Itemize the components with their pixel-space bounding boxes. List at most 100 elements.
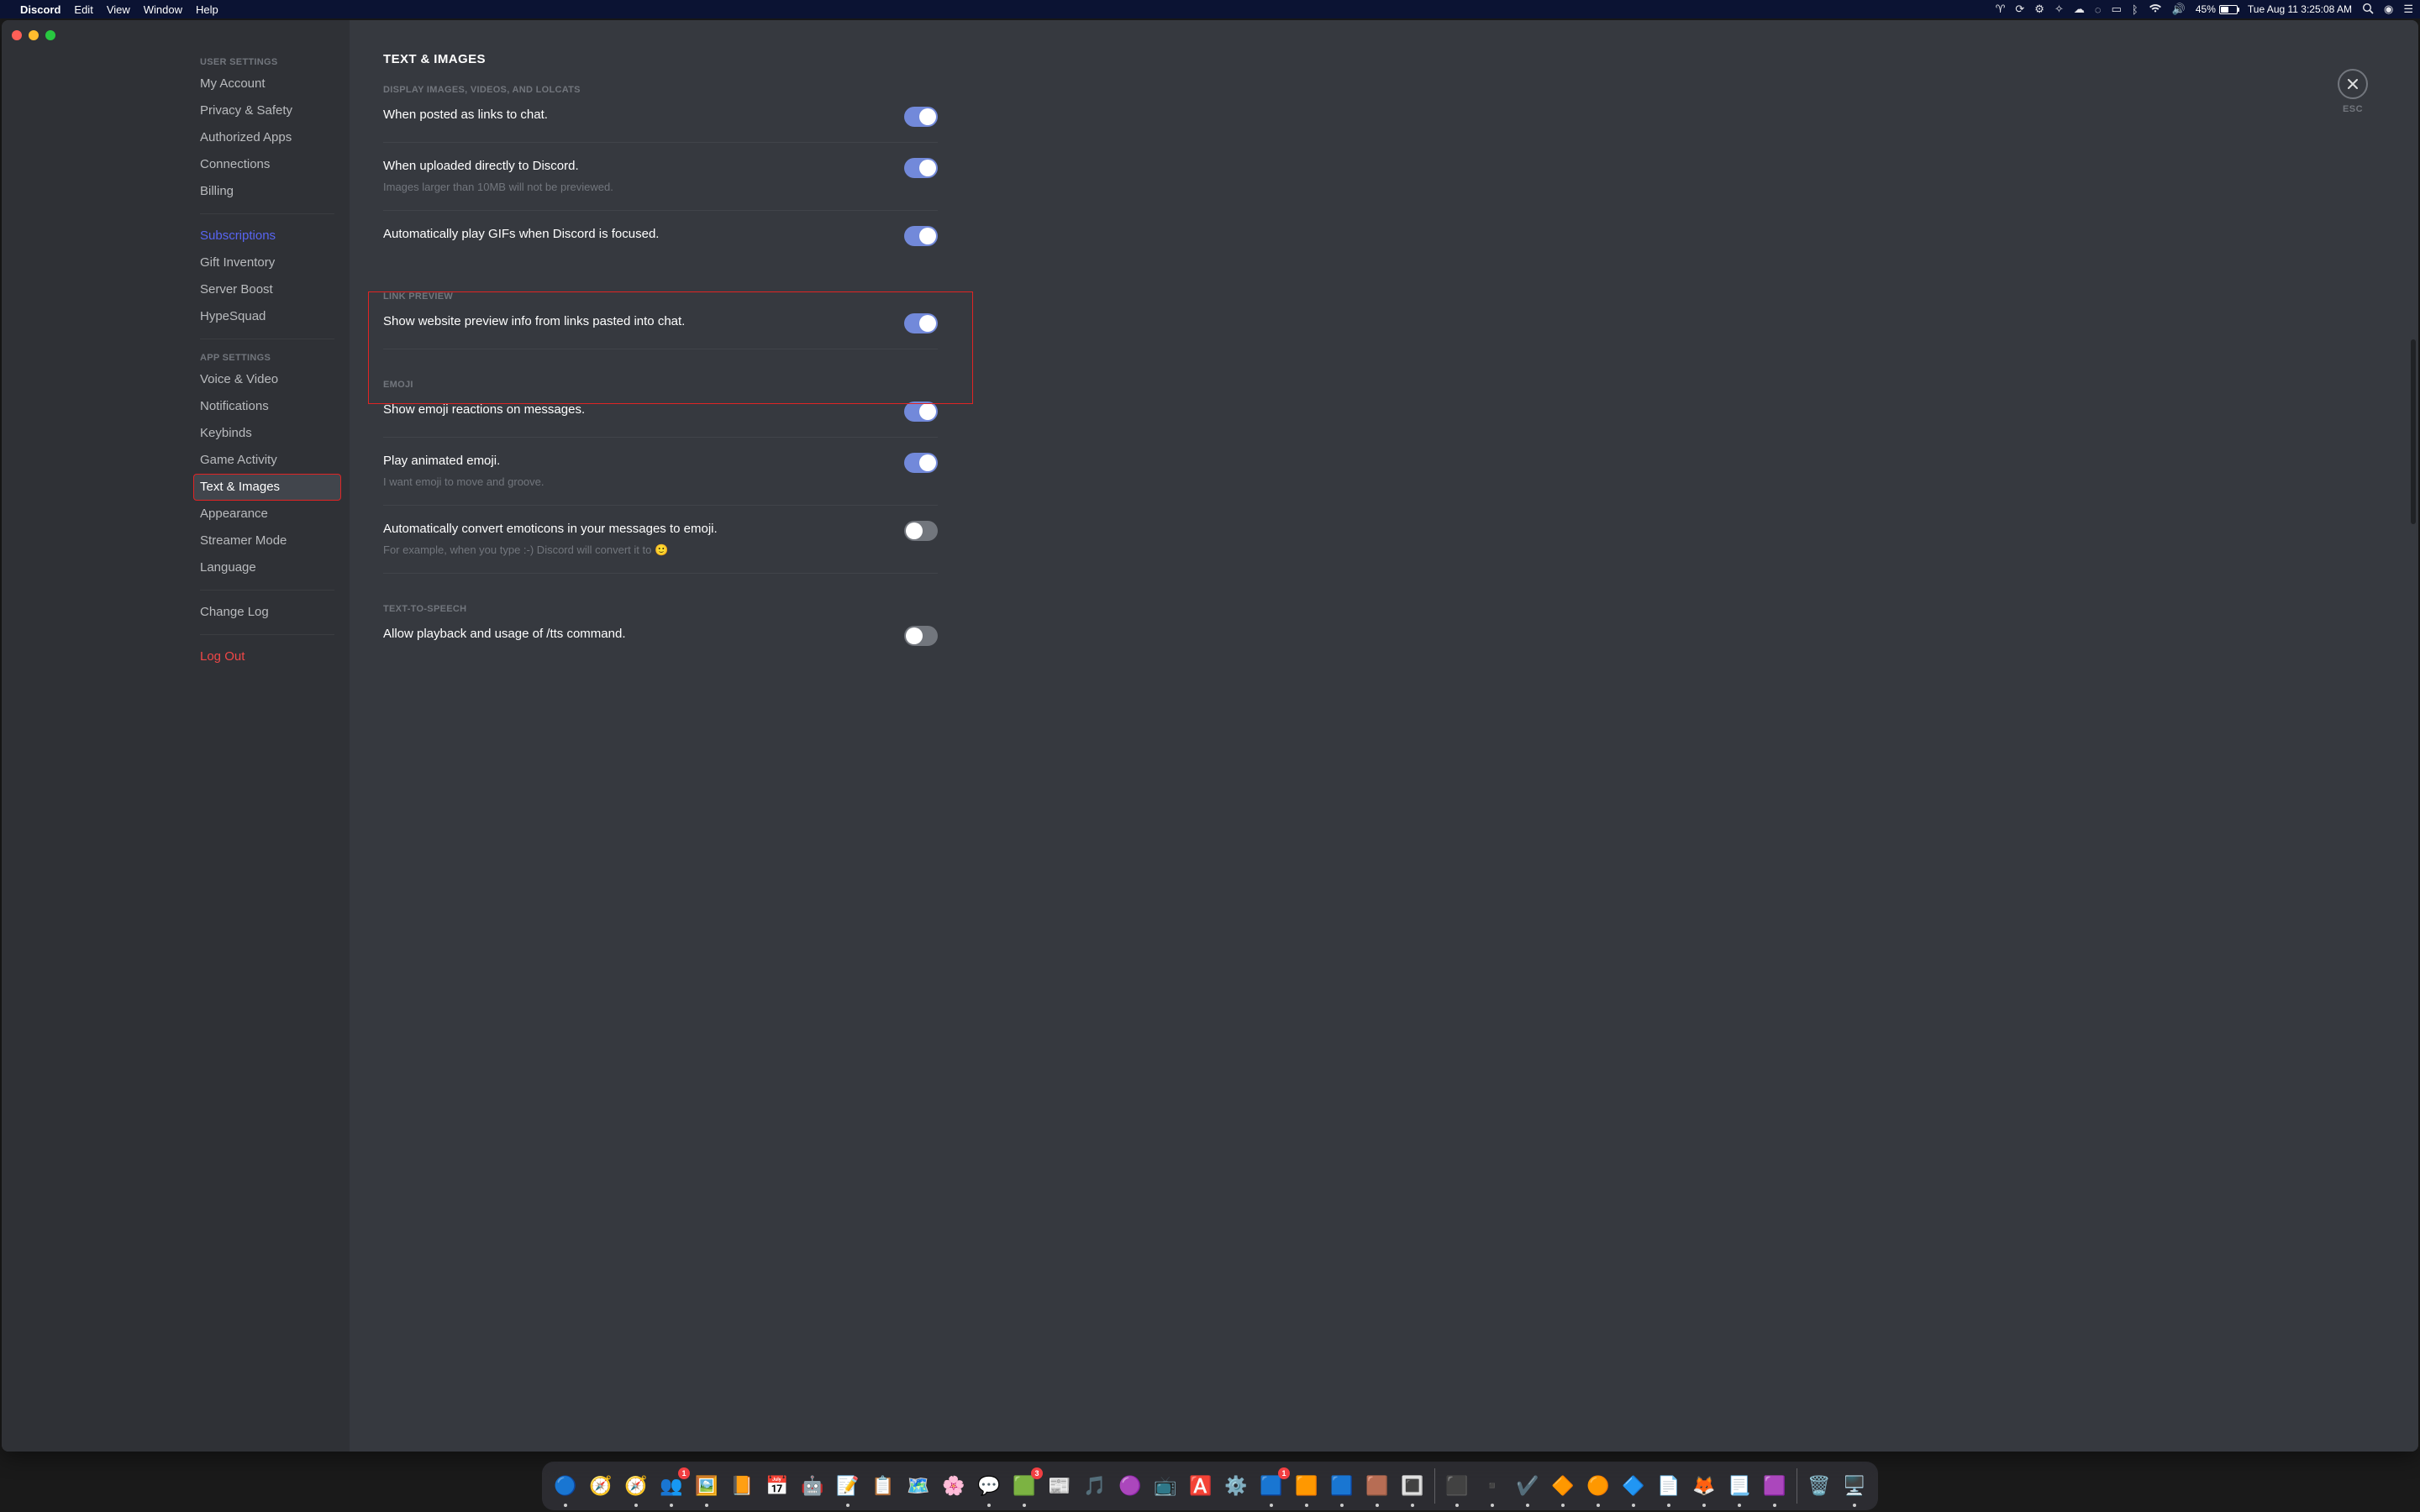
settings-nav: USER SETTINGS My Account Privacy & Safet… [185, 20, 350, 1452]
dock-app-2[interactable]: 🟧 [1290, 1469, 1323, 1503]
app-menu[interactable]: Discord [20, 3, 60, 16]
dock-discord[interactable]: 🟪 [1758, 1469, 1791, 1503]
nav-change-log[interactable]: Change Log [193, 599, 341, 626]
divider [383, 142, 938, 143]
menu-help[interactable]: Help [196, 3, 218, 16]
setting-convert-emoticons: Automatically convert emoticons in your … [383, 521, 938, 573]
nav-gift-inventory[interactable]: Gift Inventory [193, 249, 341, 276]
dock-app-w[interactable]: 🔳 [1396, 1469, 1429, 1503]
volume-icon[interactable]: 🔊 [2172, 3, 2186, 16]
dock-tv[interactable]: 📺 [1149, 1469, 1182, 1503]
menu-edit[interactable]: Edit [74, 3, 92, 16]
section-header-display-images: DISPLAY IMAGES, VIDEOS, AND LOLCATS [383, 85, 938, 95]
dock-sysprefs[interactable]: ⚙️ [1219, 1469, 1253, 1503]
cloud-icon[interactable]: ☁︎ [2074, 3, 2085, 16]
window-close-button[interactable] [12, 30, 22, 40]
toggle-posted-as-links[interactable] [904, 107, 938, 127]
dock-maps[interactable]: 🗺️ [902, 1469, 935, 1503]
menu-window[interactable]: Window [144, 3, 182, 16]
dock-preview[interactable]: 🖼️ [690, 1469, 723, 1503]
dock-teams[interactable]: 👥1 [655, 1469, 688, 1503]
dock-finder[interactable]: 🔵 [549, 1469, 582, 1503]
screen-mirror-icon[interactable]: ▭ [2112, 3, 2122, 16]
nav-notifications[interactable]: Notifications [193, 393, 341, 420]
dock-books[interactable]: 📙 [725, 1469, 759, 1503]
nav-billing[interactable]: Billing [193, 178, 341, 205]
window-minimize-button[interactable] [29, 30, 39, 40]
nav-my-account[interactable]: My Account [193, 71, 341, 97]
dock-firefox[interactable]: 🦊 [1687, 1469, 1721, 1503]
dock-terminal2[interactable]: ▪️ [1476, 1469, 1509, 1503]
share-icon[interactable]: ✧ [2054, 3, 2064, 16]
section-header-tts: TEXT-TO-SPEECH [383, 604, 938, 614]
dock-music[interactable]: 🎵 [1078, 1469, 1112, 1503]
close-button[interactable] [2338, 69, 2368, 99]
dock-app-1[interactable]: 🟦1 [1255, 1469, 1288, 1503]
dock-notepad[interactable]: 📃 [1723, 1469, 1756, 1503]
nav-subscriptions[interactable]: Subscriptions [193, 223, 341, 249]
toggle-convert-emoticons[interactable] [904, 521, 938, 541]
nav-appearance[interactable]: Appearance [193, 501, 341, 528]
nav-header-user-settings: USER SETTINGS [193, 52, 341, 71]
vpn-icon[interactable]: ♈︎ [1996, 3, 2006, 16]
sync-icon[interactable]: ⟳ [2015, 3, 2024, 16]
nav-keybinds[interactable]: Keybinds [193, 420, 341, 447]
menubar-clock[interactable]: Tue Aug 11 3:25:08 AM [2248, 3, 2352, 15]
nav-hypesquad[interactable]: HypeSquad [193, 303, 341, 330]
toggle-tts-playback[interactable] [904, 626, 938, 646]
dock-safari-tech[interactable]: 🧭 [584, 1469, 618, 1503]
window-zoom-button[interactable] [45, 30, 55, 40]
toggle-link-preview[interactable] [904, 313, 938, 333]
nav-separator [200, 590, 334, 591]
nav-connections[interactable]: Connections [193, 151, 341, 178]
nav-privacy-safety[interactable]: Privacy & Safety [193, 97, 341, 124]
bluetooth-icon[interactable]: ᛒ [2132, 3, 2139, 16]
dock-figma[interactable]: 🔶 [1546, 1469, 1580, 1503]
dock-messages[interactable]: 💬 [972, 1469, 1006, 1503]
dock-podcasts[interactable]: 🟣 [1113, 1469, 1147, 1503]
battery-percent: 45% [2196, 3, 2216, 15]
dock-app-v[interactable]: 🔷 [1617, 1469, 1650, 1503]
display-rec-icon[interactable]: ◌ [2095, 3, 2102, 16]
dock-notes[interactable]: 📝 [831, 1469, 865, 1503]
dock-minecraft[interactable]: 🟫 [1360, 1469, 1394, 1503]
nav-authorized-apps[interactable]: Authorized Apps [193, 124, 341, 151]
dock-vpn-app[interactable]: ✔️ [1511, 1469, 1544, 1503]
siri-icon[interactable]: ◉ [2384, 3, 2393, 16]
dock-terminal[interactable]: ⬛ [1440, 1469, 1474, 1503]
dock-appstore[interactable]: 🅰️ [1184, 1469, 1218, 1503]
section-header-link-preview: LINK PREVIEW [383, 291, 938, 302]
nav-header-app-settings: APP SETTINGS [193, 348, 341, 366]
dock-automator[interactable]: 🤖 [796, 1469, 829, 1503]
dock-photos[interactable]: 🌸 [937, 1469, 971, 1503]
dock-slack[interactable]: 🟩3 [1007, 1469, 1041, 1503]
dock-calendar[interactable]: 📅 [760, 1469, 794, 1503]
battery-icon [2219, 5, 2238, 14]
dock-trash[interactable]: 🗑️ [1802, 1469, 1836, 1503]
dock-displays[interactable]: 🖥️ [1838, 1469, 1871, 1503]
nav-server-boost[interactable]: Server Boost [193, 276, 341, 303]
dock-news[interactable]: 📰 [1043, 1469, 1076, 1503]
notification-center-icon[interactable]: ☰ [2403, 3, 2413, 16]
nav-language[interactable]: Language [193, 554, 341, 581]
spotlight-icon[interactable] [2362, 3, 2374, 17]
dock-textedit[interactable]: 📄 [1652, 1469, 1686, 1503]
dock-reminders[interactable]: 📋 [866, 1469, 900, 1503]
content-scrollbar[interactable] [2411, 339, 2416, 524]
nav-streamer-mode[interactable]: Streamer Mode [193, 528, 341, 554]
dock-app-3[interactable]: 🟦 [1325, 1469, 1359, 1503]
nav-game-activity[interactable]: Game Activity [193, 447, 341, 474]
dock-app-o[interactable]: 🟠 [1581, 1469, 1615, 1503]
dock-safari[interactable]: 🧭 [619, 1469, 653, 1503]
wifi-icon[interactable] [2149, 3, 2162, 16]
nav-log-out[interactable]: Log Out [193, 643, 341, 670]
menu-view[interactable]: View [107, 3, 130, 16]
toggle-animated-emoji[interactable] [904, 453, 938, 473]
toggle-autoplay-gifs[interactable] [904, 226, 938, 246]
nav-voice-video[interactable]: Voice & Video [193, 366, 341, 393]
toggle-uploaded-directly[interactable] [904, 158, 938, 178]
toggle-emoji-reactions[interactable] [904, 402, 938, 422]
settings-badge-icon[interactable]: ⚙︎ [2034, 3, 2044, 16]
battery-status[interactable]: 45% [2196, 3, 2238, 15]
nav-text-images[interactable]: Text & Images [193, 474, 341, 501]
